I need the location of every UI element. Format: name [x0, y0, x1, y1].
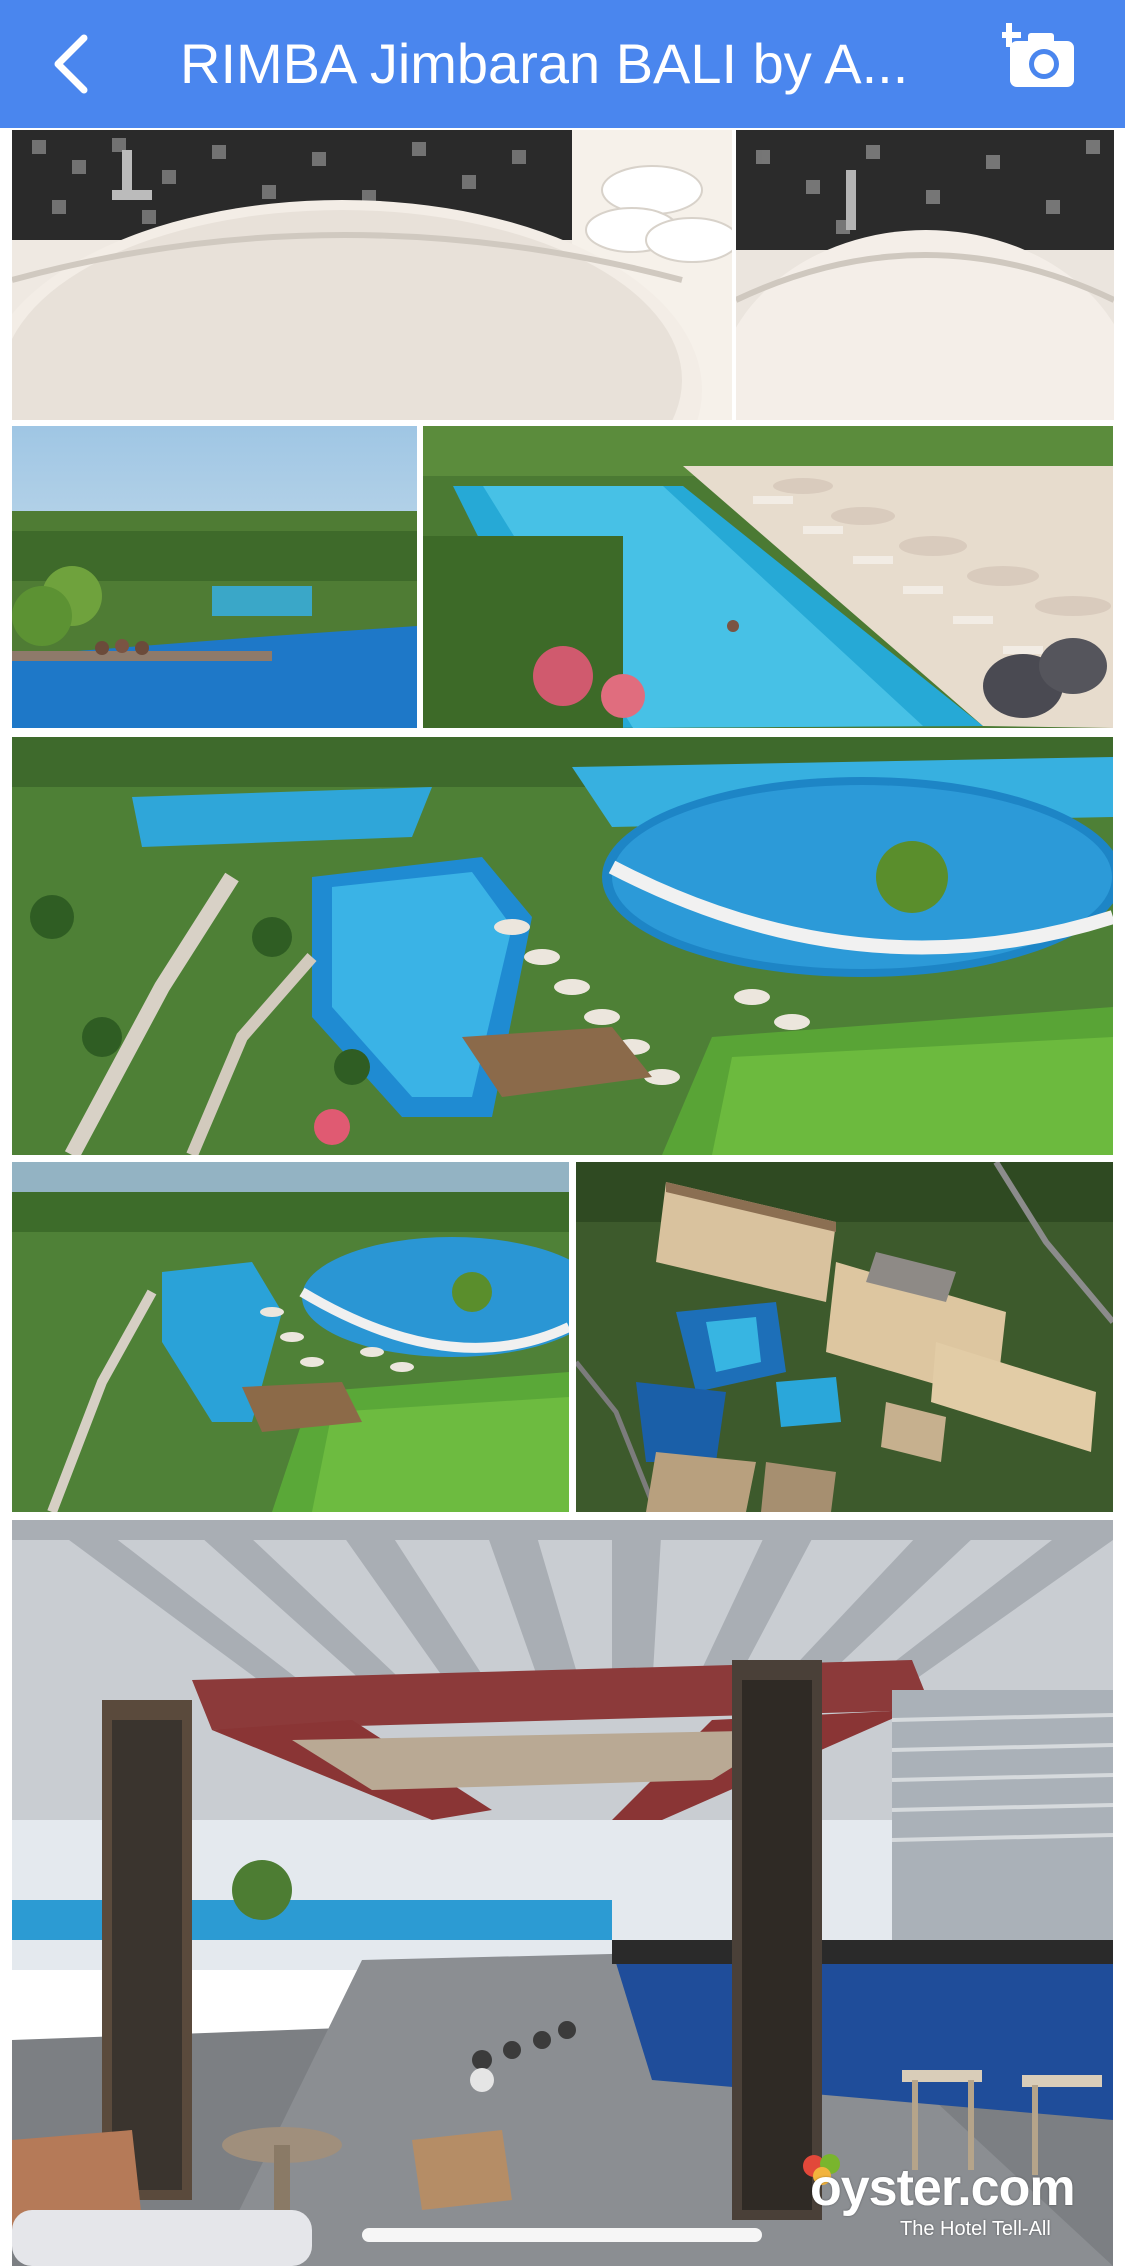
chevron-left-icon	[54, 34, 88, 94]
photo-rooftop-bar-lounge[interactable]	[12, 1520, 1113, 2266]
home-indicator[interactable]	[362, 2228, 762, 2242]
gallery-screen: RIMBA Jimbaran BALI by A... oyster.com T…	[0, 0, 1125, 2266]
page-title: RIMBA Jimbaran BALI by A...	[180, 32, 909, 95]
watermark-logo-text: oyster.com	[810, 2159, 1076, 2217]
photo-infinity-pool[interactable]	[12, 426, 417, 728]
photo-long-pool[interactable]	[423, 426, 1113, 728]
photo-pool-terraces-gardens[interactable]	[12, 1162, 569, 1512]
back-button[interactable]	[40, 24, 104, 104]
photo-watermark: oyster.com The Hotel Tell-All	[800, 2154, 1100, 2240]
add-photo-camera-icon	[1002, 23, 1074, 87]
photo-aerial-pool-terraces[interactable]	[12, 737, 1113, 1155]
add-photo-button[interactable]	[995, 12, 1085, 102]
watermark-tagline: The Hotel Tell-All	[900, 2218, 1051, 2240]
top-navigation-bar: RIMBA Jimbaran BALI by A...	[0, 0, 1125, 128]
photo-aerial-resort-buildings[interactable]	[576, 1162, 1113, 1512]
photo-bathtub-mosaic[interactable]	[12, 130, 732, 420]
photo-bathtub-closeup[interactable]	[736, 130, 1114, 420]
